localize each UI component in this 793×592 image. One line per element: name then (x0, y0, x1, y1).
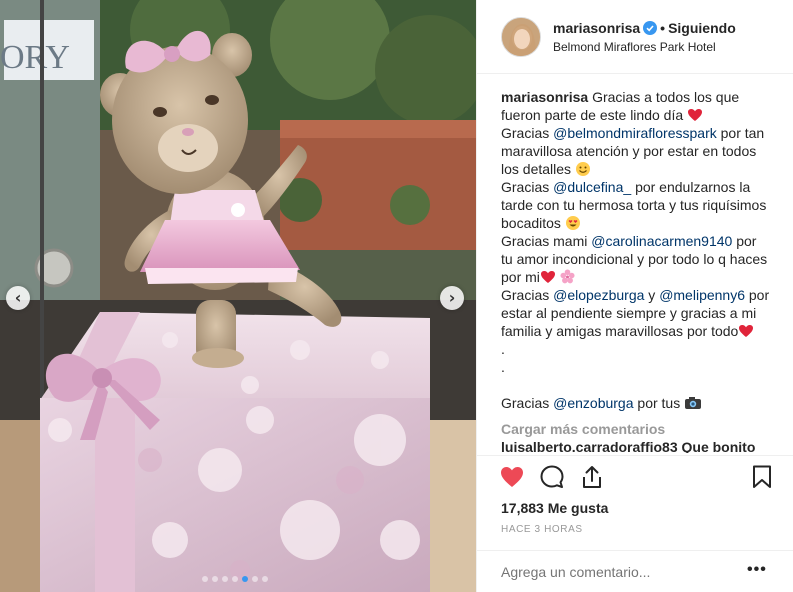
carousel-indicator (202, 576, 268, 582)
cherry-blossom-emoji-icon (560, 269, 575, 284)
carousel-dot (262, 576, 268, 582)
header-separator: • (660, 20, 666, 36)
sign-text: ORY (0, 39, 70, 76)
heart-eyes-emoji-icon (565, 216, 580, 230)
caption-line-3a: Gracias (501, 179, 550, 195)
comment-icon[interactable] (539, 464, 565, 490)
mention-link[interactable]: @elopezburga (553, 287, 644, 303)
caption-username[interactable]: mariasonrisa (501, 89, 588, 105)
header-username[interactable]: mariasonrisa (553, 20, 640, 36)
mention-link[interactable]: @dulcefina_ (553, 179, 631, 195)
divider (477, 455, 793, 456)
avatar-image (502, 18, 540, 56)
caption-line-6a: Gracias (501, 395, 550, 411)
mention-link[interactable]: @enzoburga (553, 395, 633, 411)
chevron-right-icon: › (448, 288, 456, 307)
comment-bar: ••• (477, 550, 793, 592)
mention-link[interactable]: @belmondmirafloresspark (553, 125, 717, 141)
carousel-dot (252, 576, 258, 582)
comment-partial: luisalberto.carradoraffio83 Que bonito (501, 439, 756, 453)
cake-photo: ORY (0, 0, 476, 592)
carousel-dot (232, 576, 238, 582)
verified-badge-icon (643, 21, 658, 35)
action-bar (477, 460, 793, 496)
header-user-line: mariasonrisa • Siguiendo (553, 20, 736, 36)
red-heart-emoji-icon (739, 325, 754, 337)
caption-line-6b: por tus (637, 395, 681, 411)
share-icon[interactable] (579, 464, 605, 490)
avatar[interactable] (501, 17, 541, 57)
caption-dot: . (501, 359, 505, 375)
carousel-dot (212, 576, 218, 582)
comment-input[interactable] (501, 564, 741, 580)
comments-list: mariasonrisa Gracias a todos los que fue… (501, 88, 771, 453)
caption-line-2a: Gracias (501, 125, 550, 141)
caption-dot: . (501, 341, 505, 357)
mention-link[interactable]: @melipenny6 (659, 287, 745, 303)
instagram-post: ORY ‹ › mariasonrisa • Siguiendo Belmond… (0, 0, 793, 592)
mention-link[interactable]: @carolinacarmen9140 (591, 233, 732, 249)
likes-count[interactable]: 17,883 Me gusta (501, 500, 608, 516)
chevron-left-icon: ‹ (14, 288, 22, 307)
bookmark-icon[interactable] (749, 464, 775, 490)
carousel-dot (222, 576, 228, 582)
load-more-comments-button[interactable]: Cargar más comentarios (501, 420, 771, 438)
previous-photo-button[interactable]: ‹ (6, 286, 30, 310)
red-heart-emoji-icon (688, 109, 703, 121)
next-photo-button[interactable]: › (440, 286, 464, 310)
post-photo[interactable]: ORY ‹ › (0, 0, 476, 592)
location-link[interactable]: Belmond Miraflores Park Hotel (553, 40, 716, 54)
red-heart-emoji-icon (540, 271, 555, 283)
smiley-emoji-icon (575, 162, 590, 176)
post-side-panel: mariasonrisa • Siguiendo Belmond Miraflor… (476, 0, 793, 592)
following-button[interactable]: Siguiendo (668, 20, 736, 36)
caption-line-5y: y (648, 287, 656, 303)
caption-line-5a: Gracias (501, 287, 550, 303)
more-options-button[interactable]: ••• (747, 561, 767, 579)
heart-icon[interactable] (499, 464, 525, 490)
caption-line-4a: Gracias mami (501, 233, 588, 249)
caption: mariasonrisa Gracias a todos los que fue… (501, 88, 771, 412)
post-header: mariasonrisa • Siguiendo Belmond Miraflor… (477, 0, 793, 74)
post-timestamp[interactable]: HACE 3 HORAS (501, 524, 583, 535)
camera-emoji-icon (685, 397, 702, 409)
carousel-dot (202, 576, 208, 582)
carousel-dot (242, 576, 248, 582)
